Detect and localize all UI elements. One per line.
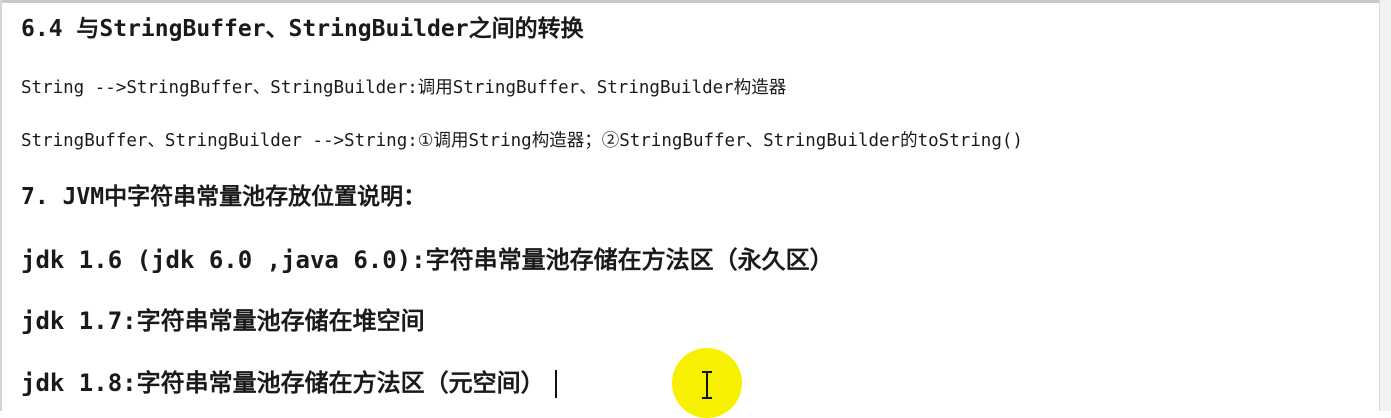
left-border [0, 0, 2, 411]
text-line-string-to-buffer: String -->StringBuffer、StringBuilder:调用S… [21, 78, 787, 98]
text-cursor-icon [702, 371, 712, 399]
text-line-jdk18-container[interactable]: jdk 1.8:字符串常量池存储在方法区（元空间） [21, 370, 557, 398]
heading-section-6-4: 6.4 与StringBuffer、StringBuilder之间的转换 [21, 16, 584, 42]
scrollbar-track[interactable] [1379, 0, 1391, 411]
text-line-jdk16: jdk 1.6 (jdk 6.0 ,java 6.0):字符串常量池存储在方法区… [21, 246, 834, 274]
top-border [0, 0, 1391, 3]
heading-section-7: 7. JVM中字符串常量池存放位置说明： [21, 184, 427, 210]
caret [554, 370, 557, 398]
text-line-jdk18: jdk 1.8:字符串常量池存储在方法区（元空间） [21, 369, 545, 397]
text-line-jdk17: jdk 1.7:字符串常量池存储在堆空间 [21, 307, 425, 335]
text-line-buffer-to-string: StringBuffer、StringBuilder -->String:①调用… [21, 131, 1023, 151]
